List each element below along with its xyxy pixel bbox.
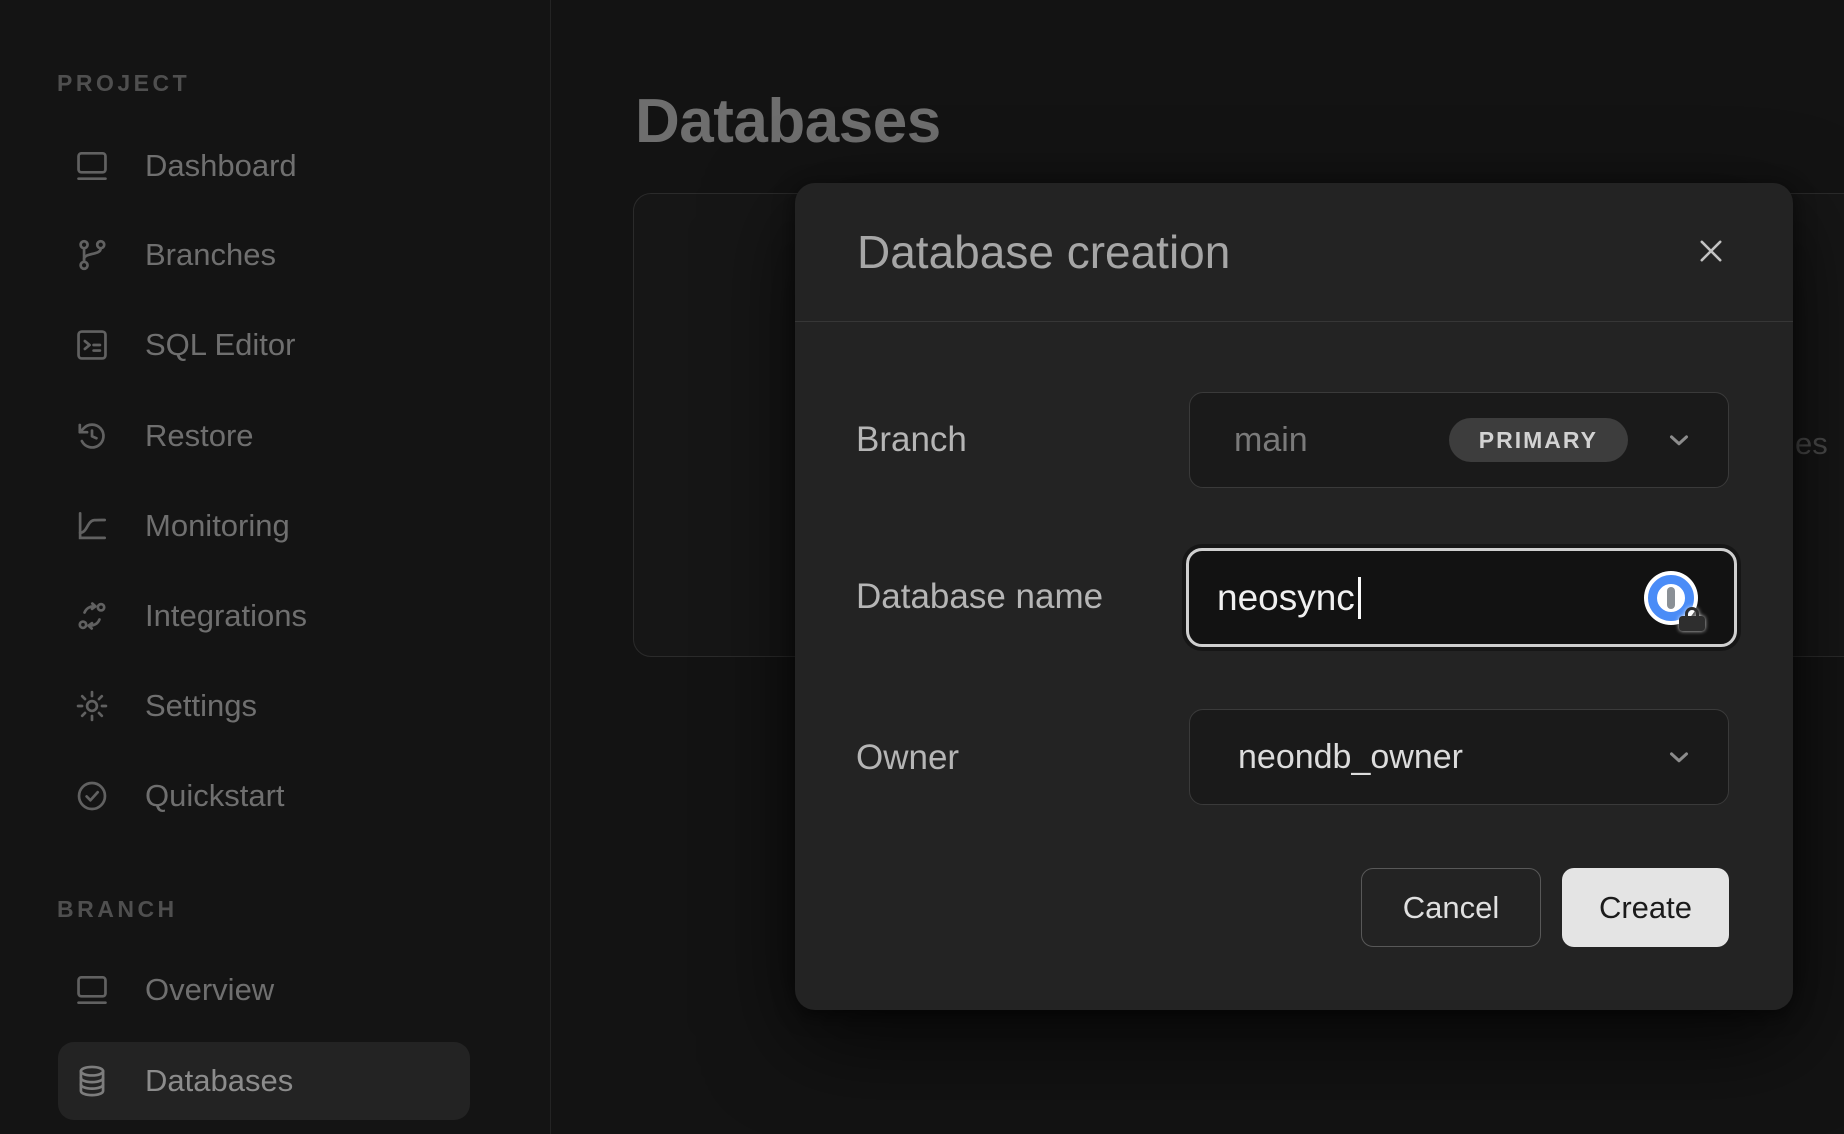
branch-select[interactable]: main PRIMARY bbox=[1189, 392, 1729, 488]
app-window: PROJECT Dashboard Branches SQL Editor Re… bbox=[0, 0, 1844, 1134]
sidebar-item-settings[interactable]: Settings bbox=[58, 667, 470, 745]
sidebar-item-overview[interactable]: Overview bbox=[58, 951, 470, 1029]
sidebar-item-label: Integrations bbox=[145, 598, 307, 634]
overview-icon bbox=[73, 971, 111, 1009]
sidebar-item-sql-editor[interactable]: SQL Editor bbox=[58, 306, 470, 384]
sidebar-section-project: PROJECT bbox=[57, 70, 190, 97]
sidebar-item-dashboard[interactable]: Dashboard bbox=[58, 127, 470, 205]
create-button[interactable]: Create bbox=[1562, 868, 1729, 947]
sidebar-item-quickstart[interactable]: Quickstart bbox=[58, 757, 470, 835]
monitoring-chart-icon bbox=[73, 507, 111, 545]
sidebar-item-label: Monitoring bbox=[145, 508, 290, 544]
branch-field-label: Branch bbox=[856, 420, 967, 460]
restore-history-icon bbox=[73, 417, 111, 455]
chevron-down-icon bbox=[1664, 425, 1694, 455]
sidebar: PROJECT Dashboard Branches SQL Editor Re… bbox=[0, 0, 551, 1134]
branches-icon bbox=[73, 236, 111, 274]
cancel-button[interactable]: Cancel bbox=[1361, 868, 1541, 947]
sidebar-item-label: Dashboard bbox=[145, 148, 297, 184]
settings-gear-icon bbox=[73, 687, 111, 725]
sidebar-section-branch: BRANCH bbox=[57, 896, 178, 923]
chevron-down-icon bbox=[1664, 742, 1694, 772]
branch-select-value: main bbox=[1190, 421, 1308, 460]
quickstart-check-icon bbox=[73, 777, 111, 815]
modal-header: Database creation bbox=[795, 183, 1793, 322]
owner-select-value: neondb_owner bbox=[1190, 738, 1463, 777]
owner-field-label: Owner bbox=[856, 738, 959, 778]
database-name-input[interactable]: neosync bbox=[1186, 548, 1737, 647]
sidebar-item-label: Branches bbox=[145, 237, 276, 273]
sidebar-item-label: Restore bbox=[145, 418, 254, 454]
sidebar-item-label: Quickstart bbox=[145, 778, 285, 814]
sql-editor-icon bbox=[73, 326, 111, 364]
primary-badge: PRIMARY bbox=[1449, 418, 1628, 462]
sidebar-item-label: Settings bbox=[145, 688, 257, 724]
page-title: Databases bbox=[635, 86, 941, 157]
dashboard-icon bbox=[73, 147, 111, 185]
owner-select[interactable]: neondb_owner bbox=[1189, 709, 1729, 805]
clipped-background-text: es bbox=[1795, 426, 1828, 462]
sidebar-item-label: Overview bbox=[145, 972, 274, 1008]
sidebar-item-label: Databases bbox=[145, 1063, 293, 1099]
sidebar-item-branches[interactable]: Branches bbox=[58, 216, 470, 294]
sidebar-item-monitoring[interactable]: Monitoring bbox=[58, 487, 470, 565]
database-icon bbox=[73, 1062, 111, 1100]
integrations-icon bbox=[73, 597, 111, 635]
1password-icon[interactable] bbox=[1644, 571, 1698, 625]
sidebar-item-integrations[interactable]: Integrations bbox=[58, 577, 470, 655]
database-name-value: neosync bbox=[1217, 577, 1355, 619]
lock-icon bbox=[1679, 607, 1705, 631]
database-creation-modal: Database creation Branch main PRIMARY Da… bbox=[795, 183, 1793, 1010]
text-caret bbox=[1358, 577, 1361, 619]
sidebar-item-databases[interactable]: Databases bbox=[58, 1042, 470, 1120]
sidebar-item-label: SQL Editor bbox=[145, 327, 295, 363]
sidebar-item-restore[interactable]: Restore bbox=[58, 397, 470, 475]
close-icon[interactable] bbox=[1687, 227, 1735, 275]
modal-title: Database creation bbox=[857, 225, 1230, 279]
database-name-field-label: Database name bbox=[856, 577, 1103, 617]
